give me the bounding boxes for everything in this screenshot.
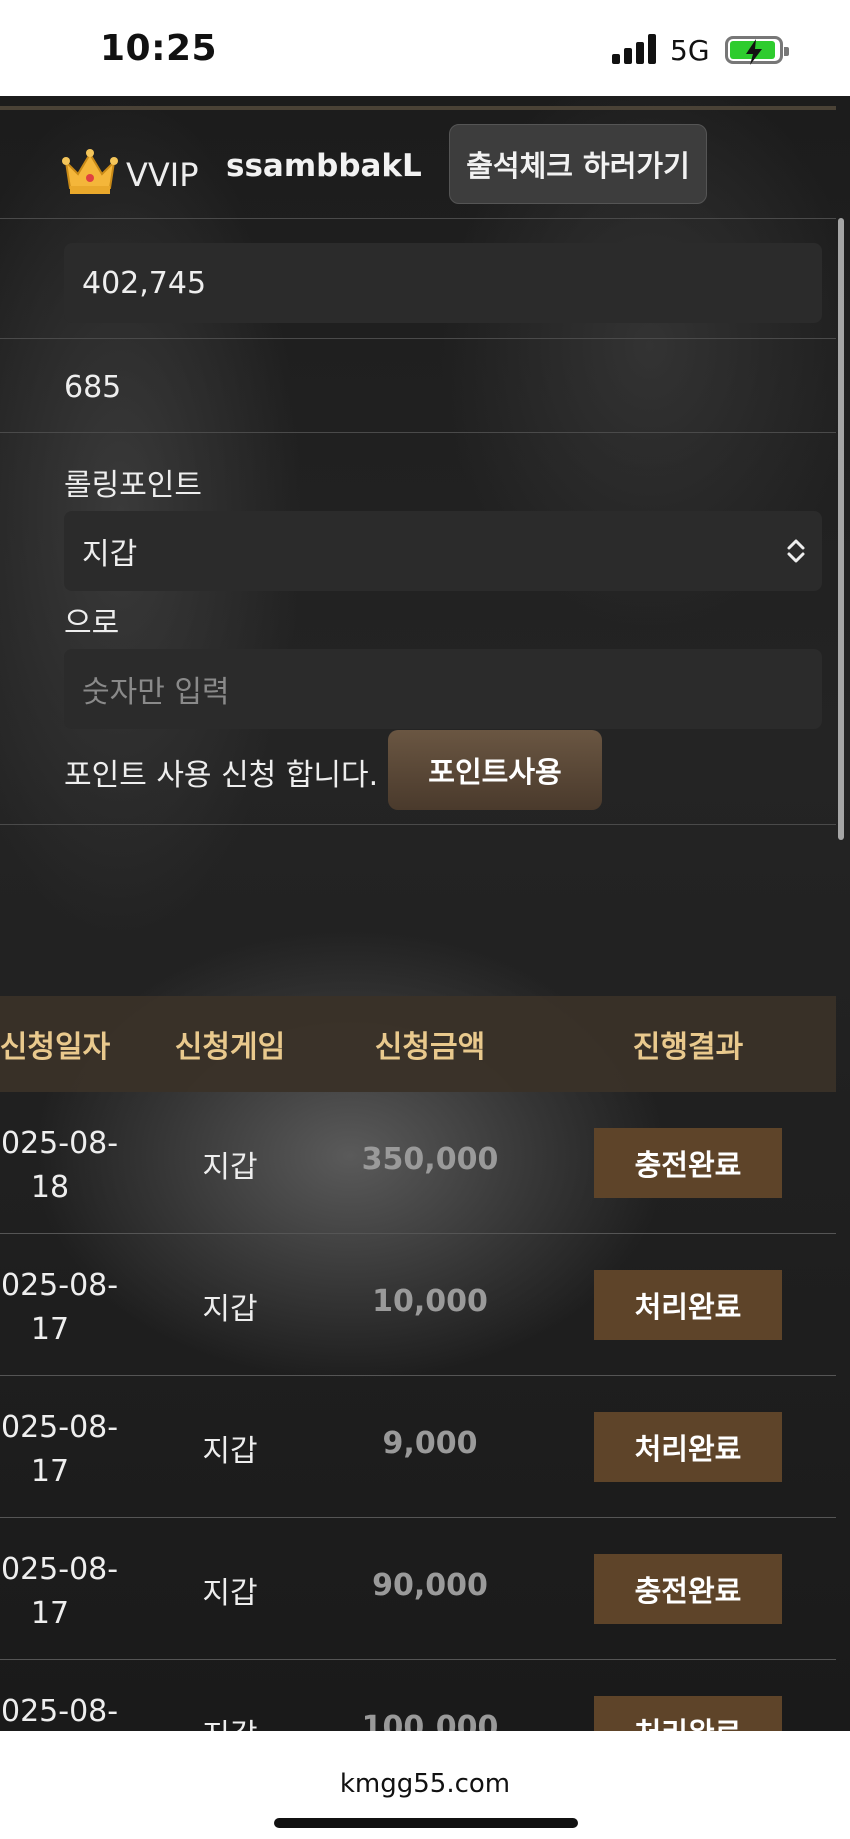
table-header: 신청일자 신청게임 신청금액 진행결과: [0, 996, 836, 1092]
header-amount: 신청금액: [374, 1030, 486, 1065]
row-amount: 100,000: [361, 1710, 499, 1731]
top-divider: [0, 106, 836, 110]
row-amount: 9,000: [382, 1426, 478, 1461]
table-row: 2025-08- 지갑 100,000 처리완료: [0, 1660, 836, 1731]
tier-label: VVIP: [126, 156, 199, 194]
row-status-badge: 처리완료: [594, 1696, 782, 1731]
row-date: 2025-08-: [0, 1694, 119, 1729]
submit-description: 포인트 사용 신청 합니다.: [64, 758, 379, 793]
row-date: 2025-08-17: [0, 1552, 119, 1631]
table-row: 2025-08-18 지갑 350,000 충전완료: [0, 1092, 836, 1234]
row-date: 2025-08-18: [0, 1126, 119, 1205]
row-game: 지갑: [202, 1434, 258, 1469]
rolling-point-label: 롤링포인트: [64, 468, 202, 503]
divider: [0, 432, 836, 433]
row-date: 2025-08-17: [0, 1268, 119, 1347]
divider: [0, 218, 836, 219]
header-status: 진행결과: [632, 1030, 744, 1065]
crown-icon: [62, 148, 118, 200]
row-game: 지갑: [160, 1710, 300, 1731]
page-content: VVIP ssambbakL 출석체크 하러가기 402,745 685 롤링포…: [0, 96, 850, 1731]
network-type: 5G: [670, 34, 710, 67]
wallet-balance-field: 402,745: [64, 243, 822, 323]
attendance-button[interactable]: 출석체크 하러가기: [449, 124, 707, 204]
row-status-badge: 충전완료: [594, 1554, 782, 1624]
status-bar: 10:25 5G: [0, 0, 850, 96]
wallet-balance-value: 402,745: [82, 265, 207, 301]
table-row: 2025-08-17 지갑 10,000 처리완료: [0, 1234, 836, 1376]
username: ssambbakL: [226, 148, 422, 184]
scrollbar[interactable]: [838, 218, 844, 840]
address-bar[interactable]: kmgg55.com: [0, 1769, 850, 1799]
table-row: 2025-08-17 지갑 9,000 처리완료: [0, 1376, 836, 1518]
header-date: 신청일자: [0, 1030, 111, 1065]
divider: [0, 338, 836, 339]
row-status-badge: 충전완료: [594, 1128, 782, 1198]
home-indicator[interactable]: [274, 1818, 578, 1828]
table-row: 2025-08-17 지갑 90,000 충전완료: [0, 1518, 836, 1660]
point-balance-value: 685: [64, 370, 122, 405]
signal-icon: [612, 34, 658, 64]
battery-icon: [725, 36, 789, 65]
to-label: 으로: [64, 606, 120, 641]
row-status-badge: 처리완료: [594, 1270, 782, 1340]
row-amount: 350,000: [361, 1142, 499, 1177]
clock: 10:25: [100, 28, 218, 69]
row-game: 지갑: [202, 1576, 258, 1611]
use-points-button[interactable]: 포인트사용: [388, 730, 602, 810]
browser-bottom-bar: kmgg55.com: [0, 1731, 850, 1839]
chevron-updown-icon: [787, 539, 805, 563]
amount-placeholder: 숫자만 입력: [82, 675, 230, 710]
row-date: 2025-08-17: [0, 1410, 119, 1489]
amount-input[interactable]: 숫자만 입력: [64, 649, 822, 729]
divider: [0, 824, 836, 825]
target-select[interactable]: 지갑: [64, 511, 822, 591]
row-status-badge: 처리완료: [594, 1412, 782, 1482]
header-game: 신청게임: [174, 1030, 286, 1065]
target-select-value: 지갑: [82, 537, 138, 572]
row-amount: 90,000: [372, 1568, 488, 1603]
row-amount: 10,000: [372, 1284, 488, 1319]
row-game: 지갑: [202, 1292, 258, 1327]
row-game: 지갑: [202, 1150, 258, 1185]
